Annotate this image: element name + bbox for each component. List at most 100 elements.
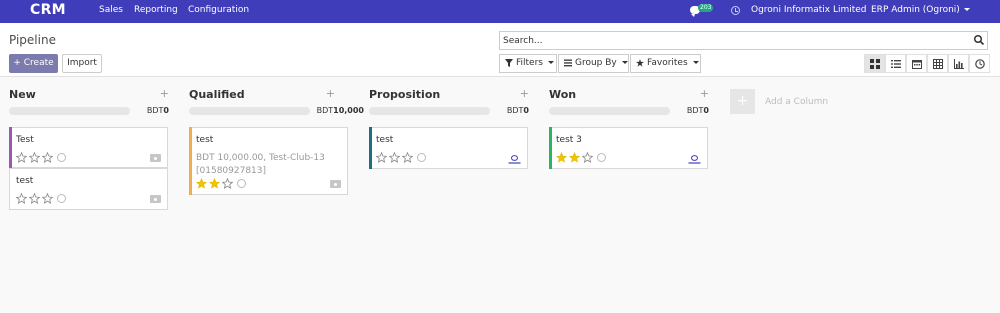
kanban-card[interactable]: test BDT 10,000.00, Test-Club-13 [015809… (189, 127, 348, 195)
caret-down-icon (621, 61, 628, 64)
star-icon[interactable] (29, 152, 40, 163)
column-currency: BDT (686, 106, 704, 115)
activity-view-button[interactable] (969, 54, 990, 73)
camera-icon (330, 180, 341, 188)
column-total-value: 0 (703, 106, 709, 115)
pivot-icon (933, 59, 943, 69)
star-icon[interactable] (209, 178, 220, 189)
quick-create-icon[interactable]: + (700, 87, 709, 100)
star-icon[interactable] (402, 152, 413, 163)
kanban-column-qualified: Qualified + BDT10,000 test BDT 10,000.00… (189, 77, 364, 313)
column-title[interactable]: New (9, 88, 36, 101)
star-icon[interactable] (569, 152, 580, 163)
card-color-accent (9, 127, 12, 168)
messages-button[interactable]: 203 (690, 4, 720, 18)
calendar-icon (912, 60, 922, 69)
search-icon[interactable] (973, 34, 985, 46)
activity-clock-icon[interactable] (597, 153, 606, 162)
kanban-board: New + BDT0 Test test Qualified + BDT10,0… (0, 77, 1000, 313)
favorites-dropdown[interactable]: Favorites (630, 54, 701, 73)
import-button[interactable]: Import (62, 54, 102, 73)
app-brand[interactable]: CRM (30, 2, 66, 18)
filters-dropdown[interactable]: Filters (499, 54, 557, 73)
menu-sales[interactable]: Sales (99, 5, 123, 15)
column-title[interactable]: Won (549, 88, 576, 101)
kanban-card[interactable]: test 3 (549, 127, 708, 169)
quick-create-icon[interactable]: + (160, 87, 169, 100)
star-icon[interactable] (582, 152, 593, 163)
column-total: BDT0 (147, 106, 169, 115)
group-by-dropdown[interactable]: Group By (558, 54, 629, 73)
top-navbar: CRM Sales Reporting Configuration 203 Og… (0, 0, 1000, 23)
star-icon[interactable] (16, 152, 27, 163)
activity-clock-icon[interactable] (417, 153, 426, 162)
pivot-view-button[interactable] (927, 54, 948, 73)
avatar-icon[interactable] (508, 154, 521, 164)
graph-view-button[interactable] (948, 54, 969, 73)
star-icon[interactable] (16, 193, 27, 204)
activity-clock-icon[interactable] (731, 6, 740, 15)
column-title[interactable]: Proposition (369, 88, 440, 101)
quick-create-icon[interactable]: + (520, 87, 529, 100)
column-title[interactable]: Qualified (189, 88, 245, 101)
star-icon[interactable] (376, 152, 387, 163)
menu-reporting[interactable]: Reporting (134, 5, 178, 15)
add-column-button[interactable]: + (730, 89, 755, 114)
group-by-label: Group By (575, 58, 617, 68)
column-progress-bar[interactable] (9, 107, 130, 115)
calendar-view-button[interactable] (906, 54, 927, 73)
column-total-value: 0 (523, 106, 529, 115)
card-color-accent (189, 127, 192, 195)
activity-clock-icon[interactable] (57, 194, 66, 203)
create-button[interactable]: + Create (9, 54, 58, 73)
column-total: BDT0 (507, 106, 529, 115)
avatar-icon[interactable] (688, 154, 701, 164)
search-input[interactable] (503, 34, 963, 47)
column-total-value: 0 (163, 106, 169, 115)
star-icon[interactable] (196, 178, 207, 189)
card-title: Test (16, 135, 34, 145)
page-title: Pipeline (9, 33, 56, 47)
card-title: test (196, 135, 214, 145)
star-icon[interactable] (389, 152, 400, 163)
menu-configuration[interactable]: Configuration (188, 5, 249, 15)
card-revenue-line: BDT 10,000.00, Test-Club-13 (196, 153, 325, 163)
star-icon[interactable] (556, 152, 567, 163)
activity-clock-icon[interactable] (57, 153, 66, 162)
column-currency: BDT (146, 106, 164, 115)
priority-stars (556, 152, 606, 164)
kanban-card[interactable]: test (9, 168, 168, 210)
star-icon[interactable] (29, 193, 40, 204)
company-switcher[interactable]: Ogroni Informatix Limited (751, 5, 867, 15)
card-title: test 3 (556, 135, 582, 145)
graph-icon (954, 59, 964, 69)
kanban-column-proposition: Proposition + BDT0 test (369, 77, 529, 313)
quick-create-icon[interactable]: + (326, 87, 335, 100)
message-count-badge: 203 (698, 4, 714, 12)
kanban-card[interactable]: Test (9, 127, 168, 168)
camera-icon (150, 195, 161, 203)
kanban-view-button[interactable] (864, 54, 885, 73)
star-icon[interactable] (42, 193, 53, 204)
kanban-column-new: New + BDT0 Test test (9, 77, 169, 313)
star-icon[interactable] (222, 178, 233, 189)
activity-clock-icon[interactable] (237, 179, 246, 188)
list-icon (891, 60, 901, 68)
column-progress-bar[interactable] (189, 107, 310, 115)
column-progress-bar[interactable] (369, 107, 490, 115)
star-icon[interactable] (42, 152, 53, 163)
priority-stars (196, 178, 246, 190)
card-color-accent (549, 127, 552, 169)
list-view-button[interactable] (885, 54, 906, 73)
card-title: test (16, 176, 34, 186)
plus-icon: + (13, 58, 24, 68)
priority-stars (16, 152, 66, 164)
kanban-card[interactable]: test (369, 127, 528, 169)
column-total: BDT10,000 (317, 106, 364, 115)
user-name: ERP Admin (Ogroni) (871, 5, 960, 15)
add-column-label[interactable]: Add a Column (765, 97, 828, 107)
column-progress-bar[interactable] (549, 107, 670, 115)
user-menu[interactable]: ERP Admin (Ogroni) (871, 5, 970, 15)
column-currency: BDT (506, 106, 524, 115)
filter-icon (505, 59, 513, 67)
